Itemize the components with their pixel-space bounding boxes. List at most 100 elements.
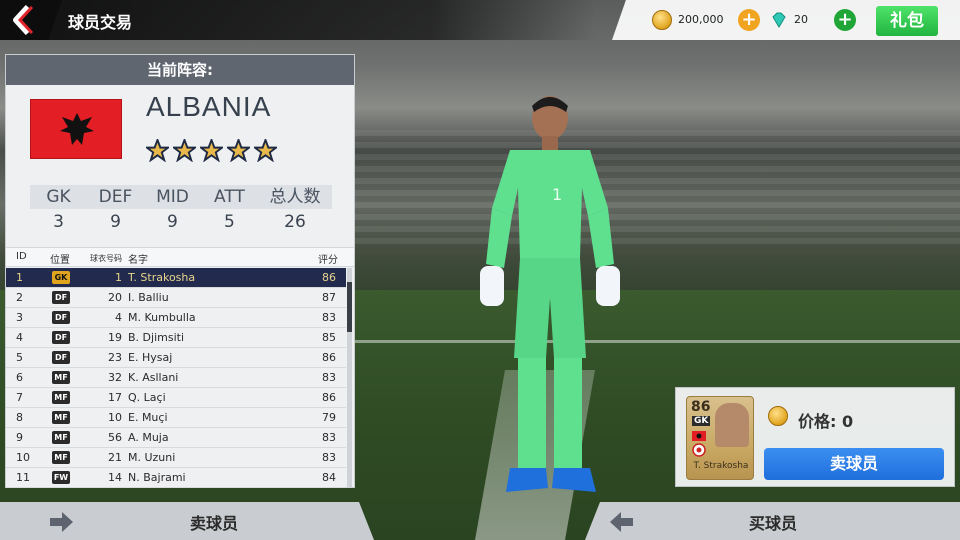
sell-player-button[interactable]: 卖球员 [764, 448, 944, 480]
row-number: 17 [108, 391, 122, 404]
gem-icon [772, 12, 786, 28]
position-count: 5 [224, 212, 235, 232]
col-name: 名字 [128, 255, 148, 266]
lineup-heading: 当前阵容: [6, 55, 354, 85]
player-row[interactable]: 1 GK 1 T. Strakosha 86 [6, 268, 346, 288]
row-id: 6 [16, 371, 23, 384]
coin-icon [652, 10, 672, 30]
price-label: 价格: 0 [798, 412, 854, 431]
player-row[interactable]: 5 DF 23 E. Hysaj 86 [6, 348, 346, 368]
position-header: ATT [214, 187, 245, 207]
row-number: 4 [115, 311, 122, 324]
row-name: Q. Laçi [128, 391, 166, 404]
row-id: 2 [16, 291, 23, 304]
player-list-header: ID 位置 球衣号码 名字 评分 [6, 247, 354, 267]
buy-tab-button[interactable]: 买球员 [585, 502, 960, 540]
row-number: 14 [108, 471, 122, 484]
row-id: 9 [16, 431, 23, 444]
player-row[interactable]: 2 DF 20 I. Balliu 87 [6, 288, 346, 308]
selected-player-box: 86 GK T. Strakosha 价格: 0 卖球员 [675, 387, 955, 487]
player-row[interactable]: 10 MF 21 M. Uzuni 83 [6, 448, 346, 468]
player-row[interactable]: 9 MF 56 A. Muja 83 [6, 428, 346, 448]
card-rating: 86 [691, 399, 711, 415]
card-player-name: T. Strakosha [693, 461, 749, 471]
row-position-badge: GK [52, 271, 70, 284]
card-position: GK [692, 416, 711, 426]
row-number: 21 [108, 451, 122, 464]
col-id: ID [16, 251, 27, 262]
page-title: 球员交易 [68, 13, 133, 32]
position-header: DEF [98, 187, 133, 207]
add-coins-button[interactable]: + [738, 9, 760, 31]
goalkeeper-player-model: 1 [480, 96, 620, 492]
row-name: T. Strakosha [128, 271, 196, 284]
row-id: 5 [16, 351, 23, 364]
row-name: I. Balliu [128, 291, 169, 304]
row-rating: 83 [322, 311, 336, 324]
row-name: M. Uzuni [128, 451, 176, 464]
player-row[interactable]: 6 MF 32 K. Asllani 83 [6, 368, 346, 388]
buy-tab-label: 买球员 [749, 514, 798, 533]
row-position-badge: DF [52, 351, 70, 364]
stadium-stands [355, 130, 960, 250]
row-rating: 84 [322, 471, 336, 484]
row-rating: 79 [322, 411, 336, 424]
col-position: 位置 [50, 255, 70, 266]
card-flag-icon [692, 431, 706, 441]
row-name: M. Kumbulla [128, 311, 196, 324]
position-count: 26 [284, 212, 306, 232]
club-badge-icon [692, 443, 706, 457]
row-position-badge: FW [52, 471, 70, 484]
row-number: 19 [108, 331, 122, 344]
row-id: 8 [16, 411, 23, 424]
lineup-panel: 当前阵容: ALBANIA GK DEF MID ATT 总人数 3 9 9 5 26 ID 位… [5, 54, 355, 488]
player-list-scrollbar[interactable] [347, 268, 352, 488]
row-id: 3 [16, 311, 23, 324]
add-gems-button[interactable]: + [834, 9, 856, 31]
row-rating: 86 [322, 271, 336, 284]
row-id: 11 [16, 471, 30, 484]
gift-pack-button[interactable]: 礼包 [876, 6, 938, 36]
arrow-left-icon [610, 512, 633, 532]
player-row[interactable]: 8 MF 10 E. Muçi 79 [6, 408, 346, 428]
row-position-badge: DF [52, 331, 70, 344]
position-count: 9 [167, 212, 178, 232]
row-position-badge: MF [52, 391, 70, 404]
row-rating: 83 [322, 451, 336, 464]
svg-text:1: 1 [552, 185, 562, 204]
player-card: 86 GK T. Strakosha [686, 396, 754, 480]
row-number: 56 [108, 431, 122, 444]
row-rating: 86 [322, 351, 336, 364]
row-rating: 86 [322, 391, 336, 404]
row-position-badge: DF [52, 311, 70, 324]
star-icon [227, 139, 250, 162]
arrow-right-icon [50, 512, 73, 532]
row-number: 10 [108, 411, 122, 424]
player-row[interactable]: 7 MF 17 Q. Laçi 86 [6, 388, 346, 408]
row-id: 10 [16, 451, 30, 464]
position-summary: GK DEF MID ATT 总人数 3 9 9 5 26 [30, 185, 332, 235]
row-rating: 87 [322, 291, 336, 304]
team-stars [146, 139, 277, 162]
player-row[interactable]: 3 DF 4 M. Kumbulla 83 [6, 308, 346, 328]
sell-tab-button[interactable]: 卖球员 [0, 502, 374, 540]
row-name: B. Djimsiti [128, 331, 184, 344]
player-row[interactable]: 4 DF 19 B. Djimsiti 85 [6, 328, 346, 348]
position-count: 3 [53, 212, 64, 232]
player-row[interactable]: 11 FW 14 N. Bajrami 84 [6, 468, 346, 488]
star-icon [146, 139, 169, 162]
pitch-line [355, 340, 960, 343]
star-icon [200, 139, 223, 162]
position-header: 总人数 [269, 187, 321, 207]
row-number: 23 [108, 351, 122, 364]
row-position-badge: MF [52, 371, 70, 384]
row-position-badge: MF [52, 451, 70, 464]
player-portrait [715, 403, 749, 447]
row-name: A. Muja [128, 431, 169, 444]
row-number: 32 [108, 371, 122, 384]
row-id: 1 [16, 271, 23, 284]
row-name: K. Asllani [128, 371, 179, 384]
row-rating: 83 [322, 431, 336, 444]
position-header: GK [46, 187, 71, 207]
scrollbar-thumb[interactable] [347, 282, 352, 332]
